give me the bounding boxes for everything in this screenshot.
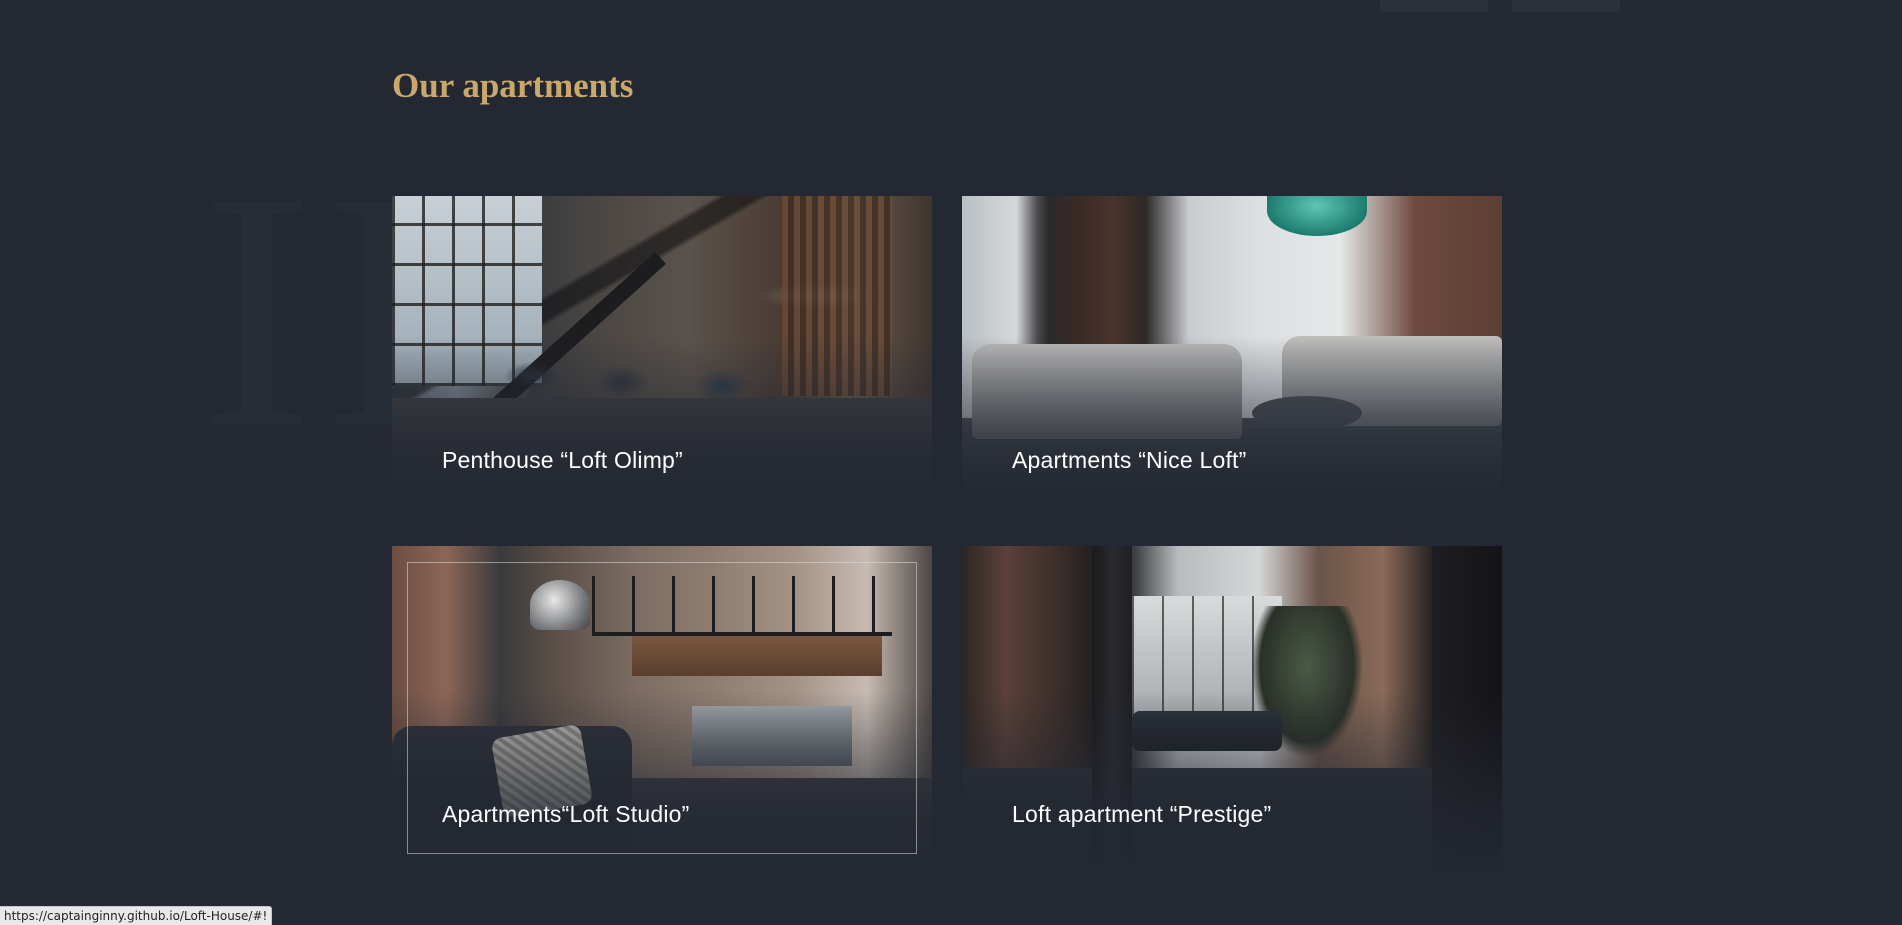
apartment-name: Loft apartment “Prestige” bbox=[1012, 801, 1272, 827]
apartment-card-nice-loft[interactable]: Apartments “Nice Loft” bbox=[962, 196, 1502, 508]
apartment-card-prestige[interactable]: Loft apartment “Prestige” bbox=[962, 546, 1502, 868]
top-nav bbox=[1380, 0, 1620, 12]
apartment-card-loft-studio[interactable]: Apartments“Loft Studio” bbox=[392, 546, 932, 868]
apartment-name: Apartments “Nice Loft” bbox=[1012, 447, 1247, 473]
top-nav-item[interactable] bbox=[1380, 0, 1488, 12]
link-status-bar: https://captainginny.github.io/Loft-Hous… bbox=[0, 906, 273, 925]
apartment-name: Penthouse “Loft Olimp” bbox=[442, 447, 683, 473]
apartments-grid: Penthouse “Loft Olimp” Apartments “Nice … bbox=[392, 196, 1502, 868]
top-nav-item[interactable] bbox=[1512, 0, 1620, 12]
apartment-card-loft-olimp[interactable]: Penthouse “Loft Olimp” bbox=[392, 196, 932, 508]
apartment-name: Apartments“Loft Studio” bbox=[442, 801, 690, 827]
section-title: Our apartments bbox=[392, 66, 634, 105]
page: III Our apartments Penthouse “Loft Olimp… bbox=[0, 0, 1902, 925]
